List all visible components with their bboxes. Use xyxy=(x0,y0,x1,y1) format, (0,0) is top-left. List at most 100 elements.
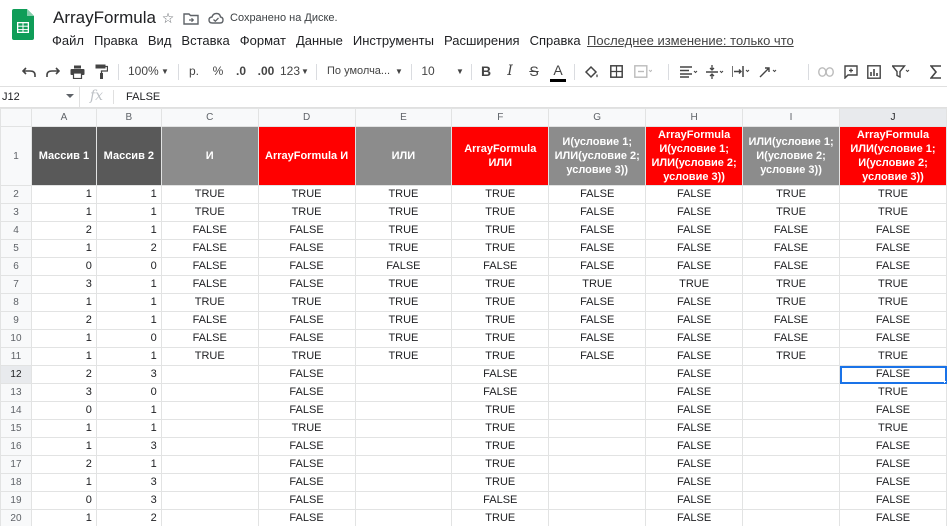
chevron-down-icon[interactable] xyxy=(66,94,74,98)
cell-a-7[interactable]: 3 xyxy=(30,275,97,294)
cell-f-20[interactable]: TRUE xyxy=(451,509,550,526)
cell-f-10[interactable]: TRUE xyxy=(451,329,550,348)
menu-file[interactable]: Файл xyxy=(52,33,89,51)
cell-e-6[interactable]: FALSE xyxy=(354,257,453,276)
cell-f-2[interactable]: TRUE xyxy=(451,185,550,204)
cell-f-6[interactable]: FALSE xyxy=(451,257,550,276)
cell-c-4[interactable]: FALSE xyxy=(160,221,259,240)
cell-d-5[interactable]: FALSE xyxy=(257,239,356,258)
cell-a-14[interactable]: 0 xyxy=(30,401,97,420)
cell-a-2[interactable]: 1 xyxy=(30,185,97,204)
cell-c-11[interactable]: TRUE xyxy=(160,347,259,366)
number-format-select[interactable]: 123 xyxy=(280,62,300,81)
cell-b-9[interactable]: 1 xyxy=(95,311,162,330)
cell-h-19[interactable]: FALSE xyxy=(645,491,744,510)
column-header-e[interactable]: E xyxy=(354,108,453,127)
cell-j-6[interactable]: FALSE xyxy=(839,257,947,276)
row-header[interactable]: 3 xyxy=(0,203,32,222)
cell-e-8[interactable]: TRUE xyxy=(354,293,453,312)
cell-g-3[interactable]: FALSE xyxy=(548,203,647,222)
selected-cell[interactable]: FALSE xyxy=(839,365,947,384)
cell-c-19[interactable] xyxy=(160,491,259,510)
menu-help[interactable]: Справка xyxy=(530,33,586,51)
undo-icon[interactable] xyxy=(20,62,38,81)
cell-i-3[interactable]: TRUE xyxy=(742,203,840,222)
cell-a-4[interactable]: 2 xyxy=(30,221,97,240)
cell-a-6[interactable]: 0 xyxy=(30,257,97,276)
header-cell-c[interactable]: И xyxy=(160,126,259,186)
cell-g-10[interactable]: FALSE xyxy=(548,329,647,348)
cell-e-12[interactable] xyxy=(354,365,453,384)
cell-d-4[interactable]: FALSE xyxy=(257,221,356,240)
print-icon[interactable] xyxy=(68,62,86,81)
column-header-j[interactable]: J xyxy=(839,108,947,127)
cell-j-18[interactable]: FALSE xyxy=(839,473,947,492)
column-header-i[interactable]: I xyxy=(742,108,840,127)
cell-i-8[interactable]: TRUE xyxy=(742,293,840,312)
align-horizontal-icon[interactable] xyxy=(678,62,700,81)
cell-c-12[interactable] xyxy=(160,365,259,384)
cell-g-4[interactable]: FALSE xyxy=(548,221,647,240)
cell-j-3[interactable]: TRUE xyxy=(839,203,947,222)
header-cell-g[interactable]: И(условие 1; ИЛИ(условие 2; условие 3)) xyxy=(548,126,647,186)
cell-i-13[interactable] xyxy=(742,383,840,402)
cell-c-7[interactable]: FALSE xyxy=(160,275,259,294)
cell-h-15[interactable]: FALSE xyxy=(645,419,744,438)
cell-h-5[interactable]: FALSE xyxy=(645,239,744,258)
cell-c-17[interactable] xyxy=(160,455,259,474)
cell-j-2[interactable]: TRUE xyxy=(839,185,947,204)
filter-icon[interactable] xyxy=(890,62,912,81)
menu-extensions[interactable]: Расширения xyxy=(444,33,525,51)
cell-e-4[interactable]: TRUE xyxy=(354,221,453,240)
cell-h-9[interactable]: FALSE xyxy=(645,311,744,330)
cell-d-8[interactable]: TRUE xyxy=(257,293,356,312)
text-wrap-icon[interactable] xyxy=(730,62,752,81)
header-cell-b[interactable]: Массив 2 xyxy=(95,126,162,186)
cell-f-4[interactable]: TRUE xyxy=(451,221,550,240)
cell-a-18[interactable]: 1 xyxy=(30,473,97,492)
row-header[interactable]: 9 xyxy=(0,311,32,330)
column-header-b[interactable]: B xyxy=(95,108,162,127)
decrease-decimal-button[interactable]: .0 xyxy=(232,62,250,81)
row-header[interactable]: 10 xyxy=(0,329,32,348)
cell-e-19[interactable] xyxy=(354,491,453,510)
cell-e-2[interactable]: TRUE xyxy=(354,185,453,204)
cell-h-6[interactable]: FALSE xyxy=(645,257,744,276)
cell-g-13[interactable] xyxy=(548,383,647,402)
cell-i-19[interactable] xyxy=(742,491,840,510)
row-header[interactable]: 13 xyxy=(0,383,32,402)
header-cell-j[interactable]: ArrayFormula ИЛИ(условие 1; И(условие 2;… xyxy=(839,126,947,186)
cell-a-8[interactable]: 1 xyxy=(30,293,97,312)
row-header[interactable]: 2 xyxy=(0,185,32,204)
chevron-down-icon[interactable]: ▼ xyxy=(160,62,170,81)
cell-d-18[interactable]: FALSE xyxy=(257,473,356,492)
cell-b-17[interactable]: 1 xyxy=(95,455,162,474)
cell-b-20[interactable]: 2 xyxy=(95,509,162,526)
cell-i-17[interactable] xyxy=(742,455,840,474)
row-header[interactable]: 12 xyxy=(0,365,32,384)
cell-g-12[interactable] xyxy=(548,365,647,384)
cell-i-11[interactable]: TRUE xyxy=(742,347,840,366)
header-cell-i[interactable]: ИЛИ(условие 1; И(условие 2; условие 3)) xyxy=(742,126,840,186)
cell-d-16[interactable]: FALSE xyxy=(257,437,356,456)
fill-handle[interactable] xyxy=(944,381,946,383)
cell-a-10[interactable]: 1 xyxy=(30,329,97,348)
cell-c-20[interactable] xyxy=(160,509,259,526)
header-cell-d[interactable]: ArrayFormula И xyxy=(257,126,356,186)
menu-insert[interactable]: Вставка xyxy=(181,33,234,51)
insert-chart-icon[interactable] xyxy=(865,62,883,81)
currency-format-button[interactable]: р. xyxy=(186,62,202,81)
cell-f-9[interactable]: TRUE xyxy=(451,311,550,330)
cell-i-5[interactable]: FALSE xyxy=(742,239,840,258)
cell-c-18[interactable] xyxy=(160,473,259,492)
cell-f-14[interactable]: TRUE xyxy=(451,401,550,420)
cell-d-7[interactable]: FALSE xyxy=(257,275,356,294)
cell-i-9[interactable]: FALSE xyxy=(742,311,840,330)
cell-e-18[interactable] xyxy=(354,473,453,492)
column-header-h[interactable]: H xyxy=(645,108,744,127)
merge-cells-icon[interactable] xyxy=(632,62,654,81)
cell-g-16[interactable] xyxy=(548,437,647,456)
bold-button[interactable]: B xyxy=(479,62,493,81)
cell-j-19[interactable]: FALSE xyxy=(839,491,947,510)
cell-e-3[interactable]: TRUE xyxy=(354,203,453,222)
